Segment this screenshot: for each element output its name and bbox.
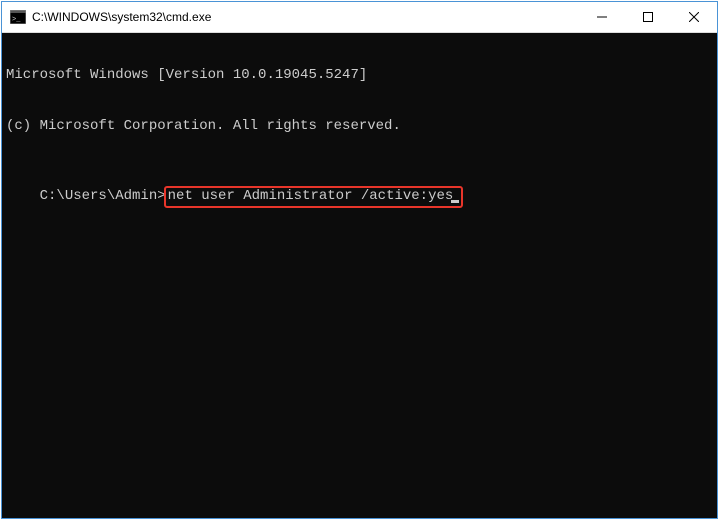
window-title: C:\WINDOWS\system32\cmd.exe <box>32 10 579 24</box>
command-text: net user Administrator /active:yes <box>168 188 454 204</box>
window-controls <box>579 2 717 32</box>
terminal-area[interactable]: Microsoft Windows [Version 10.0.19045.52… <box>2 33 717 518</box>
maximize-button[interactable] <box>625 2 671 32</box>
svg-text:>_: >_ <box>12 16 21 24</box>
prompt-line: C:\Users\Admin>net user Administrator /a… <box>40 186 464 208</box>
prompt-text: C:\Users\Admin> <box>40 188 166 204</box>
titlebar[interactable]: >_ C:\WINDOWS\system32\cmd.exe <box>2 2 717 33</box>
cmd-window: >_ C:\WINDOWS\system32\cmd.exe Microsoft… <box>1 1 718 519</box>
minimize-button[interactable] <box>579 2 625 32</box>
copyright-line: (c) Microsoft Corporation. All rights re… <box>6 118 713 135</box>
close-button[interactable] <box>671 2 717 32</box>
cmd-icon: >_ <box>10 9 26 25</box>
cursor <box>451 200 459 203</box>
command-highlight: net user Administrator /active:yes <box>164 186 464 208</box>
version-line: Microsoft Windows [Version 10.0.19045.52… <box>6 67 713 84</box>
